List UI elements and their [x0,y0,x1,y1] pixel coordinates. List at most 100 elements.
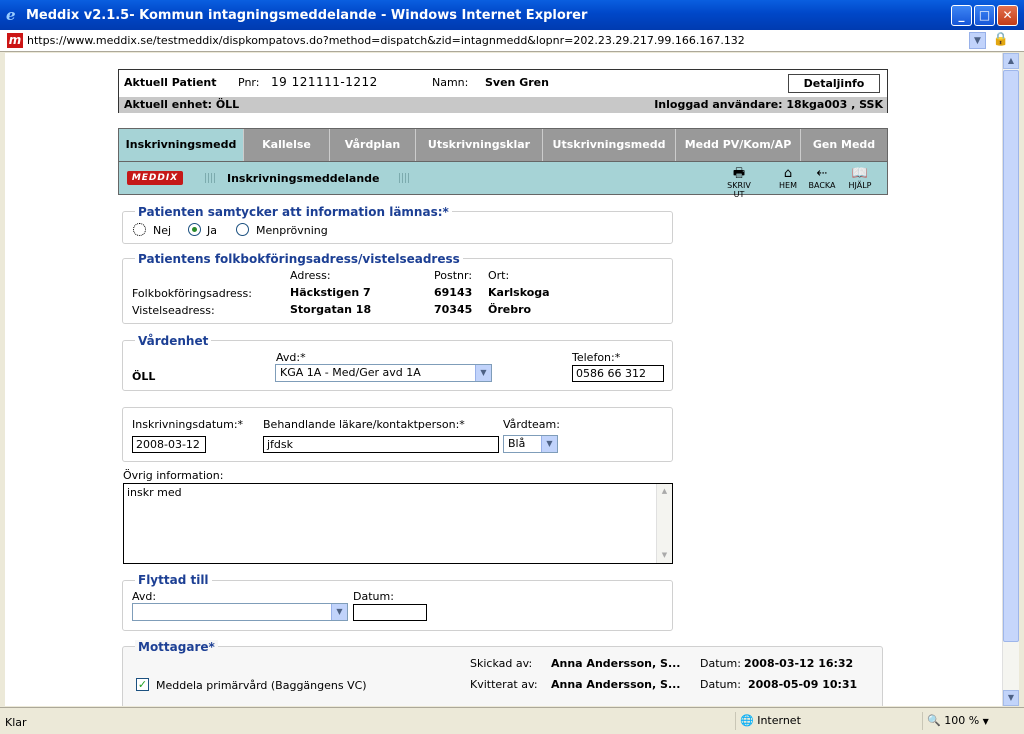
consent-menprovning-radio[interactable] [236,223,249,236]
sent-date-label: Datum: [700,657,741,670]
address-col-label: Adress: [290,269,331,282]
tab-kallelse[interactable]: Kallelse [244,129,330,161]
ort-col-label: Ort: [488,269,510,282]
consent-yes-label: Ja [207,224,217,237]
primary-care-label: Meddela primärvård (Baggängens VC) [156,679,367,692]
phone-label: Telefon:* [572,351,621,364]
title-bar: e Meddix v2.1.5- Kommun intagningsmeddel… [0,0,1024,30]
detaljinfo-button[interactable]: Detaljinfo [788,74,880,93]
scroll-down-icon[interactable]: ▼ [657,548,672,563]
folkbokforing-ort: Karlskoga [488,286,550,299]
other-info-text: inskr med [127,486,182,499]
help-book-icon: 📖 [851,166,869,181]
moved-date-input[interactable] [353,604,427,621]
sent-by-person: Anna Andersson, S... [551,657,681,670]
zone-text: Internet [757,714,801,727]
back-button[interactable]: ⇠ BACKA [805,166,839,190]
chevron-down-icon: ▼ [982,717,989,726]
chevron-down-icon[interactable]: ▼ [969,32,986,49]
tab-gen-medd[interactable]: Gen Medd [801,129,887,161]
folkbokforing-label: Folkbokföringsadress: [132,287,252,300]
close-button[interactable]: ✕ [997,5,1018,26]
recipients-legend: Mottagare* [135,640,218,654]
postnr-col-label: Postnr: [434,269,473,282]
address-legend: Patientens folkbokföringsadress/vistelse… [135,252,463,266]
consent-yes-radio[interactable] [188,223,201,236]
care-unit-legend: Vårdenhet [135,334,212,348]
chevron-down-icon: ▼ [331,604,347,620]
tab-inskrivningsmedd[interactable]: Inskrivningsmedd [119,129,244,161]
avd-label: Avd:* [276,351,306,364]
admission-fieldset [122,407,673,462]
chevron-down-icon: ▼ [475,365,491,381]
print-button[interactable]: 🖶 SKRIV UT [722,166,756,199]
acknowledged-date: 2008-05-09 10:31 [748,678,858,691]
phone-input[interactable]: 0586 66 312 [572,365,664,382]
back-label: BACKA [808,181,836,190]
avd-select[interactable]: KGA 1A - Med/Ger avd 1A ▼ [275,364,492,382]
home-icon: ⌂ [783,166,793,181]
tab-vardplan[interactable]: Vårdplan [330,129,416,161]
globe-icon: 🌐 [740,714,754,727]
zoom-control[interactable]: 🔍 100 % ▼ [922,712,1012,730]
vistelse-label: Vistelseadress: [132,304,215,317]
home-button[interactable]: ⌂ HEM [771,166,805,190]
tab-medd-pv-kom-ap[interactable]: Medd PV/Kom/AP [676,129,801,161]
tab-utskrivningsklar[interactable]: Utskrivningsklar [416,129,543,161]
status-bar: Klar 🌐 Internet 🔍 100 % ▼ [0,707,1024,734]
admission-date-input[interactable]: 2008-03-12 [132,436,206,453]
other-info-label: Övrig information: [123,469,224,482]
textarea-scrollbar[interactable]: ▲ ▼ [656,484,672,563]
help-button[interactable]: 📖 HJÄLP [843,166,877,190]
sent-date: 2008-03-12 16:32 [744,657,854,670]
tab-bar: Inskrivningsmedd Kallelse Vårdplan Utskr… [118,128,888,162]
admission-date-label: Inskrivningsdatum:* [132,418,244,431]
browser-window: e Meddix v2.1.5- Kommun intagningsmeddel… [0,0,1024,734]
minimize-button[interactable]: _ [951,5,972,26]
acknowledged-by-label: Kvitterat av: [470,678,538,691]
recipients-fieldset [122,646,883,706]
print-label: SKRIV UT [727,181,751,199]
url-text[interactable]: https://www.meddix.se/testmeddix/dispkom… [27,34,745,47]
folkbokforing-postnr: 69143 [434,286,473,299]
window-title: Meddix v2.1.5- Kommun intagningsmeddelan… [26,8,588,23]
moved-avd-select[interactable]: ▼ [132,603,348,621]
consent-no-label: Nej [153,224,172,237]
vistelse-address: Storgatan 18 [290,303,372,316]
consent-no-radio[interactable] [133,223,146,236]
scroll-up-icon[interactable]: ▲ [657,484,672,499]
primary-care-checkbox[interactable]: ✓ [136,678,149,691]
lock-icon[interactable]: 🔒 [992,32,1010,49]
status-text: Klar [5,716,27,729]
doctor-input[interactable]: jfdsk [263,436,499,453]
chevron-down-icon: ▼ [541,436,557,452]
address-bar[interactable]: m https://www.meddix.se/testmeddix/dispk… [0,30,1024,52]
other-info-textarea[interactable]: inskr med ▲ ▼ [123,483,673,564]
team-label: Vårdteam: [503,418,560,431]
maximize-button[interactable]: □ [974,5,995,26]
meddix-logo: MEDDIX [127,171,183,185]
ie-logo-icon: e [6,6,16,24]
grip-dots-icon [399,173,411,183]
patient-header: Aktuell Patient Pnr: 19 121111-1212 Namn… [118,69,888,113]
pnr-label: Pnr: [238,76,260,89]
back-arrow-icon: ⇠ [816,166,828,181]
scroll-up-icon[interactable]: ▲ [1003,53,1019,69]
page-scrollbar[interactable]: ▲ ▼ [1002,53,1019,706]
acknowledged-date-label: Datum: [700,678,741,691]
zoom-text: 100 % [944,714,980,727]
tab-utskrivningsmedd[interactable]: Utskrivningsmedd [543,129,676,161]
sub-toolbar: MEDDIX Inskrivningsmeddelande 🖶 SKRIV UT … [118,162,888,199]
moved-avd-label: Avd: [132,590,157,603]
scroll-thumb[interactable] [1003,70,1019,642]
folkbokforing-address: Häckstigen 7 [290,286,371,299]
zoom-icon: 🔍 [927,714,941,727]
team-select[interactable]: Blå ▼ [503,435,558,453]
care-unit-name: ÖLL [132,370,156,383]
consent-menprovning-label: Menprövning [256,224,328,237]
scroll-down-icon[interactable]: ▼ [1003,690,1019,706]
patient-name: Sven Gren [485,76,549,89]
acknowledged-by-person: Anna Andersson, S... [551,678,681,691]
sent-by-label: Skickad av: [470,657,533,670]
current-unit: Aktuell enhet: ÖLL [124,98,240,111]
